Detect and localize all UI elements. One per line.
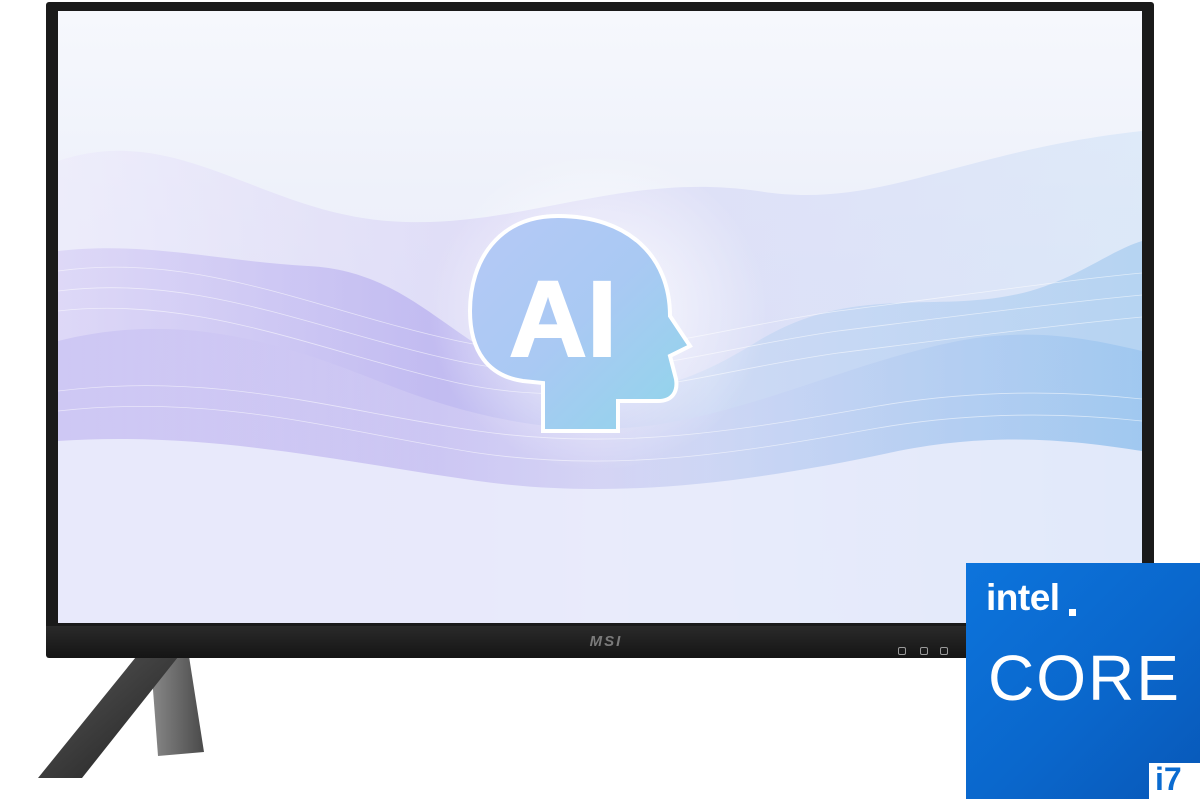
intel-dot-icon [1069,609,1076,616]
monitor-buttons [896,647,956,657]
intel-tier: i7 [1155,761,1182,797]
stand-rear-leg [150,650,204,756]
wallpaper: AI [58,131,1142,623]
msi-logo: MSI [589,633,623,650]
intel-core-line: CORE [988,642,1181,714]
intel-core-badge: intel CORE i7 [966,563,1200,799]
ai-badge-text: AI [509,258,617,379]
monitor: AI MSI [46,2,1154,658]
stand-front-leg [38,652,182,778]
input-button-icon [940,647,948,655]
intel-brand: intel [986,577,1060,618]
menu-button-icon [920,647,928,655]
power-button-icon [898,647,906,655]
monitor-screen: AI [58,11,1142,623]
